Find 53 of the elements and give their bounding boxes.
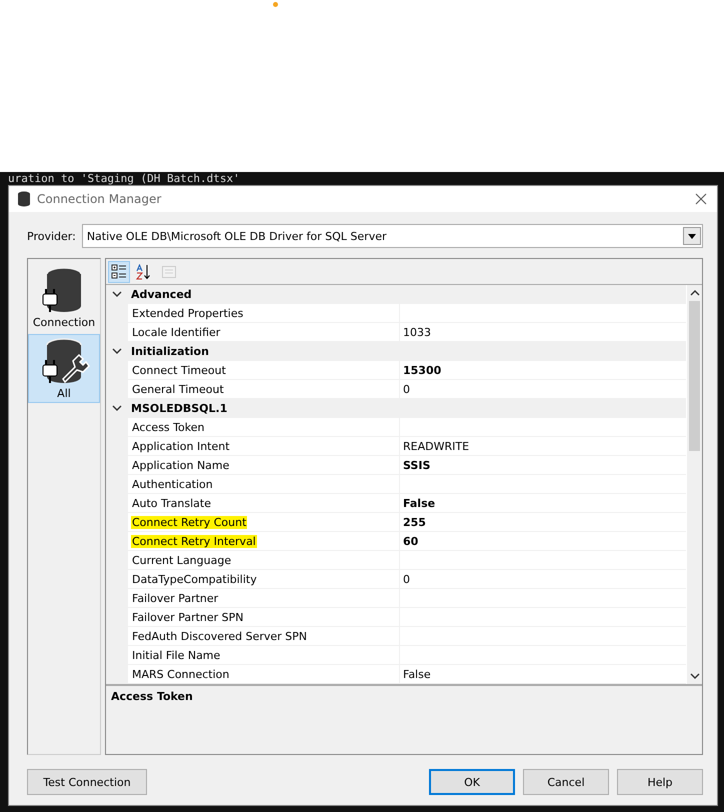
status-dot — [273, 2, 278, 7]
property-name[interactable]: Auto Translate — [131, 496, 212, 510]
page-item[interactable]: All — [28, 334, 100, 403]
property-value[interactable]: 0 — [403, 382, 410, 396]
category-label: MSOLEDBSQL.1 — [128, 399, 686, 417]
property-name[interactable]: Extended Properties — [131, 306, 244, 320]
window-title: Connection Manager — [37, 192, 162, 206]
provider-label: Provider: — [27, 230, 76, 242]
category-label: Advanced — [128, 285, 686, 303]
dialog-button[interactable]: OK — [429, 769, 515, 795]
property-name[interactable]: Authentication — [131, 478, 214, 490]
property-name[interactable]: Access Token — [131, 420, 206, 434]
property-value[interactable]: READWRITE — [403, 440, 470, 452]
property-name[interactable]: Application Name — [131, 458, 230, 472]
category-label: Initialization — [128, 342, 686, 360]
property-value[interactable]: 0 — [403, 572, 410, 586]
property-value[interactable]: False — [403, 496, 436, 510]
database-icon — [17, 191, 31, 207]
property-name[interactable]: Failover Partner SPN — [131, 610, 245, 624]
property-name[interactable]: DataTypeCompatibility — [131, 572, 258, 586]
property-value[interactable]: 60 — [403, 534, 418, 548]
categorized-icon[interactable] — [108, 260, 130, 282]
property-value[interactable]: False — [403, 668, 431, 680]
property-name[interactable]: Current Language — [131, 554, 232, 566]
scrollbar[interactable] — [687, 285, 702, 684]
scroll-down-icon[interactable] — [690, 672, 700, 680]
property-name[interactable]: General Timeout — [131, 382, 225, 396]
property-name[interactable]: FedAuth Discovered Server SPN — [131, 630, 308, 642]
dialog-button[interactable]: Cancel — [523, 769, 609, 795]
property-name[interactable]: Connect Timeout — [131, 364, 227, 376]
property-name[interactable]: Locale Identifier — [131, 326, 222, 338]
property-name[interactable]: Initial File Name — [131, 648, 222, 662]
property-name[interactable]: Failover Partner — [131, 592, 220, 604]
code-line: uration to 'Staging (DH Batch.dtsx' — [8, 172, 241, 185]
page-item[interactable]: Connection — [28, 263, 100, 332]
provider-dropdown[interactable]: Native OLE DB\Microsoft OLE DB Driver for SQL Server — [82, 224, 703, 248]
dialog-button[interactable]: Help — [617, 769, 703, 795]
property-name[interactable]: Connect Retry Interval — [131, 534, 257, 548]
description-title: Access Token — [111, 690, 193, 703]
chevron-icon[interactable] — [112, 346, 122, 356]
property-value[interactable]: SSIS — [403, 458, 430, 472]
chevron-icon[interactable] — [112, 403, 122, 413]
dropdown-caret-icon[interactable] — [683, 227, 701, 245]
property-name[interactable]: Connect Retry Count — [131, 516, 248, 528]
property-value[interactable]: 15300 — [403, 364, 442, 376]
test-connection-button[interactable]: Test Connection — [27, 769, 147, 795]
property-name[interactable]: MARS Connection — [131, 668, 230, 680]
scroll-up-icon[interactable] — [690, 289, 700, 297]
property-value[interactable]: 1033 — [403, 326, 431, 338]
property-value[interactable]: 255 — [403, 516, 426, 528]
close-icon[interactable] — [695, 193, 707, 205]
property-name[interactable]: Application Intent — [131, 440, 231, 452]
chevron-icon[interactable] — [112, 289, 122, 299]
